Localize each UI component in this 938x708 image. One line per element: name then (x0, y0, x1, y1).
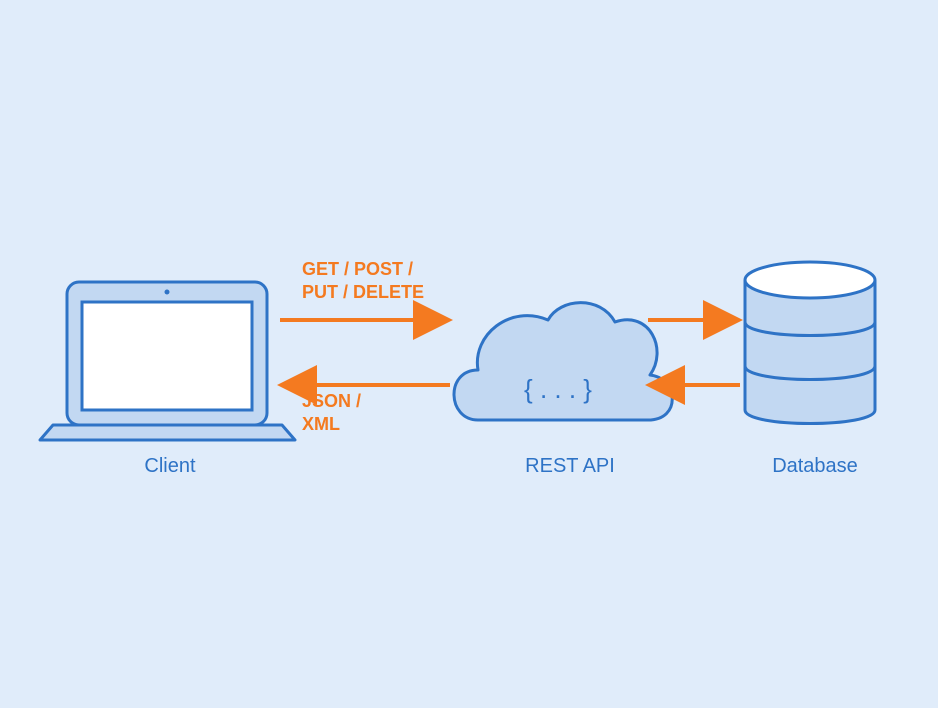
cloud-braces-text: { . . . } (524, 374, 592, 404)
response-line1: JSON / (302, 390, 361, 413)
api-label: REST API (510, 455, 630, 478)
database-icon (745, 262, 875, 424)
response-formats-label: JSON / XML (302, 390, 361, 437)
cloud-icon: { . . . } (454, 303, 672, 420)
client-label: Client (120, 455, 220, 478)
laptop-icon (40, 282, 295, 440)
architecture-diagram: { . . . } (0, 0, 938, 708)
request-line1: GET / POST / (302, 258, 424, 281)
request-methods-label: GET / POST / PUT / DELETE (302, 258, 424, 305)
database-label: Database (760, 455, 870, 478)
request-line2: PUT / DELETE (302, 281, 424, 304)
response-line2: XML (302, 413, 361, 436)
